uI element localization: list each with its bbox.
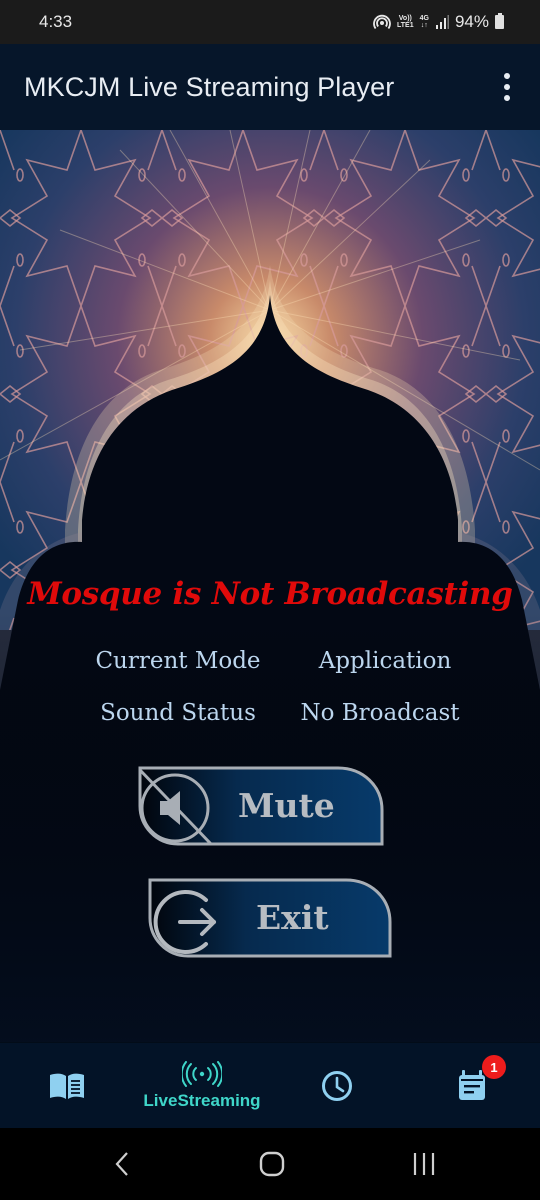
more-vert-icon[interactable]: [496, 69, 518, 105]
battery-percent: 94%: [454, 12, 489, 31]
book-icon: [50, 1073, 84, 1099]
mute-button[interactable]: Mute: [138, 766, 386, 846]
mute-button-label: Mute: [238, 786, 335, 825]
exit-button[interactable]: Exit: [148, 878, 394, 958]
current-mode-label: Current Mode: [95, 648, 261, 674]
nav-label-livestreaming: LiveStreaming: [143, 1091, 261, 1110]
bottom-navigation: LiveStreaming 1: [0, 1042, 540, 1128]
info-row-sound-status: Sound Status No Broadcast: [0, 700, 540, 730]
nav-item-reader[interactable]: [7, 1043, 127, 1129]
events-badge: 1: [482, 1055, 506, 1079]
hotspot-icon: [373, 14, 391, 30]
sound-status-value: No Broadcast: [300, 700, 460, 726]
network-type: 4G: [419, 15, 429, 22]
broadcast-icon: [182, 1061, 222, 1087]
status-icons: Vo)) LTE1 4G ↓↑ 94%: [373, 12, 504, 32]
network-arrows: ↓↑: [420, 22, 428, 29]
system-navigation-bar: [0, 1128, 540, 1200]
status-time: 4:33: [39, 12, 73, 31]
recents-icon[interactable]: [384, 1128, 464, 1200]
network-indicator: 4G ↓↑: [420, 15, 429, 29]
sound-status-label: Sound Status: [100, 700, 256, 726]
home-icon[interactable]: [232, 1128, 312, 1200]
info-row-current-mode: Current Mode Application: [0, 648, 540, 678]
clock-icon: [322, 1071, 352, 1101]
current-mode-value: Application: [318, 648, 452, 674]
signal-bars-icon: [435, 15, 449, 29]
back-icon[interactable]: [82, 1128, 162, 1200]
volte-top: Vo)): [398, 15, 412, 22]
app-bar: MKCJM Live Streaming Player: [0, 44, 540, 130]
main-content: Mosque is Not Broadcasting Current Mode …: [0, 130, 540, 1042]
broadcast-status-headline: Mosque is Not Broadcasting: [27, 576, 513, 612]
nav-item-livestreaming[interactable]: LiveStreaming: [142, 1043, 262, 1129]
status-bar: 4:33 Vo)) LTE1 4G ↓↑ 94%: [0, 0, 540, 44]
volte-bottom: LTE1: [397, 22, 414, 29]
nav-item-events[interactable]: 1: [412, 1043, 532, 1129]
volte-indicator: Vo)) LTE1: [397, 15, 414, 29]
calendar-icon: [459, 1070, 485, 1100]
battery-icon: [495, 13, 504, 29]
exit-button-label: Exit: [256, 898, 329, 937]
nav-item-schedule[interactable]: [277, 1043, 397, 1129]
app-title: MKCJM Live Streaming Player: [24, 71, 395, 102]
